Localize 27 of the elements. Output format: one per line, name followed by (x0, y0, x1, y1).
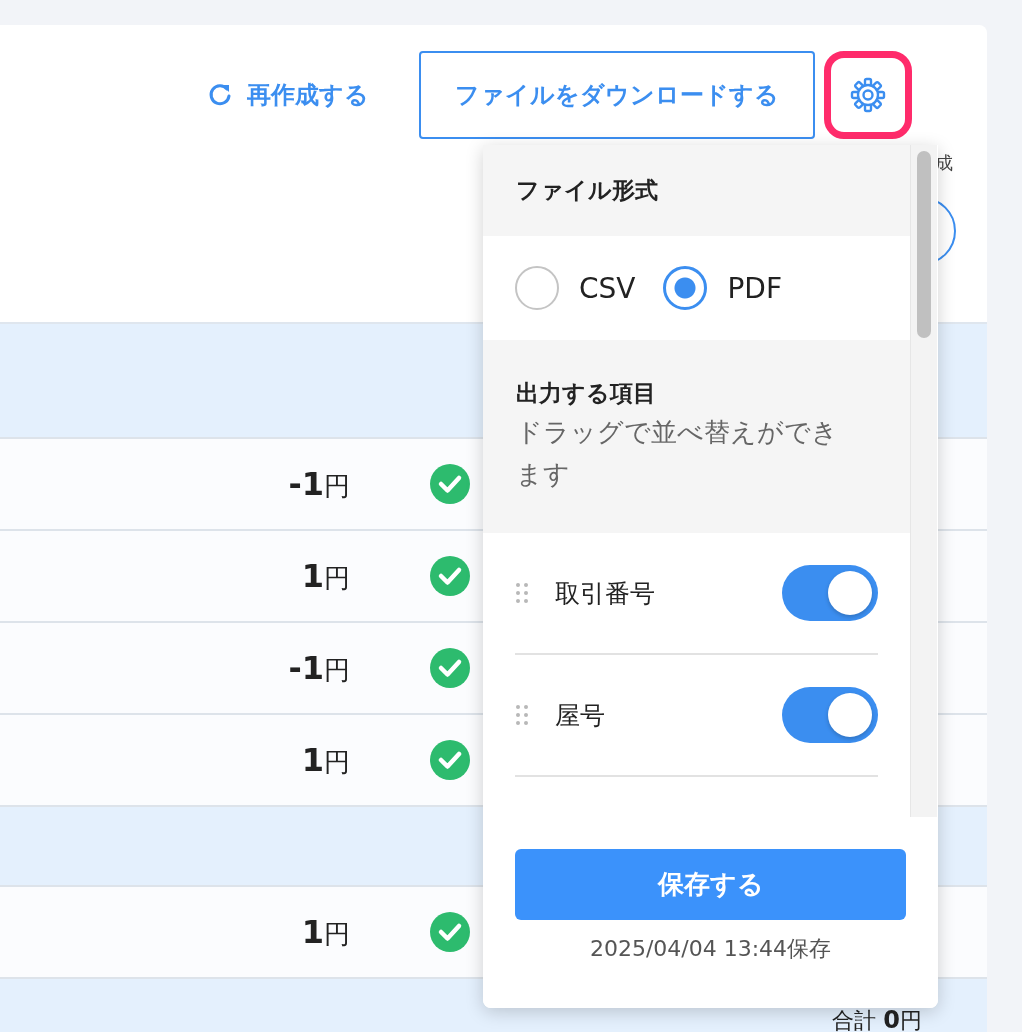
toggle-switch[interactable] (782, 565, 878, 621)
regenerate-button[interactable]: 再作成する (207, 79, 369, 111)
amount-text: -1円 (287, 648, 350, 688)
radio-button[interactable] (515, 266, 559, 310)
total-text: 合計 0円 (832, 1008, 922, 1032)
save-button[interactable]: 保存する (515, 849, 906, 920)
scrollbar[interactable] (910, 145, 937, 817)
section-title: ファイル形式 (516, 176, 659, 205)
amount-text: -1円 (287, 464, 350, 504)
download-button[interactable]: ファイルをダウンロードする (419, 51, 815, 139)
field-label: 取引番号 (555, 577, 656, 610)
saved-time-text: 2025/04/04 13:44保存 (589, 935, 832, 963)
radio-option[interactable]: PDF (663, 266, 783, 310)
refresh-icon (207, 82, 233, 108)
toggle-switch[interactable] (782, 687, 878, 743)
amount-text: 1円 (300, 740, 350, 780)
section-title: 出力する項目 (516, 379, 657, 408)
radio-button[interactable] (663, 266, 708, 310)
drag-handle-icon (515, 582, 529, 604)
settings-icon (850, 77, 886, 113)
field-label: 屋号 (555, 699, 606, 732)
amount-text: 1円 (300, 556, 350, 596)
drag-handle-icon (515, 704, 529, 726)
amount-text: 1円 (300, 912, 350, 952)
hint-text: ドラッグで並べ替えができます (516, 416, 839, 491)
radio-option[interactable]: CSV (515, 266, 636, 310)
settings-button[interactable] (824, 51, 912, 139)
